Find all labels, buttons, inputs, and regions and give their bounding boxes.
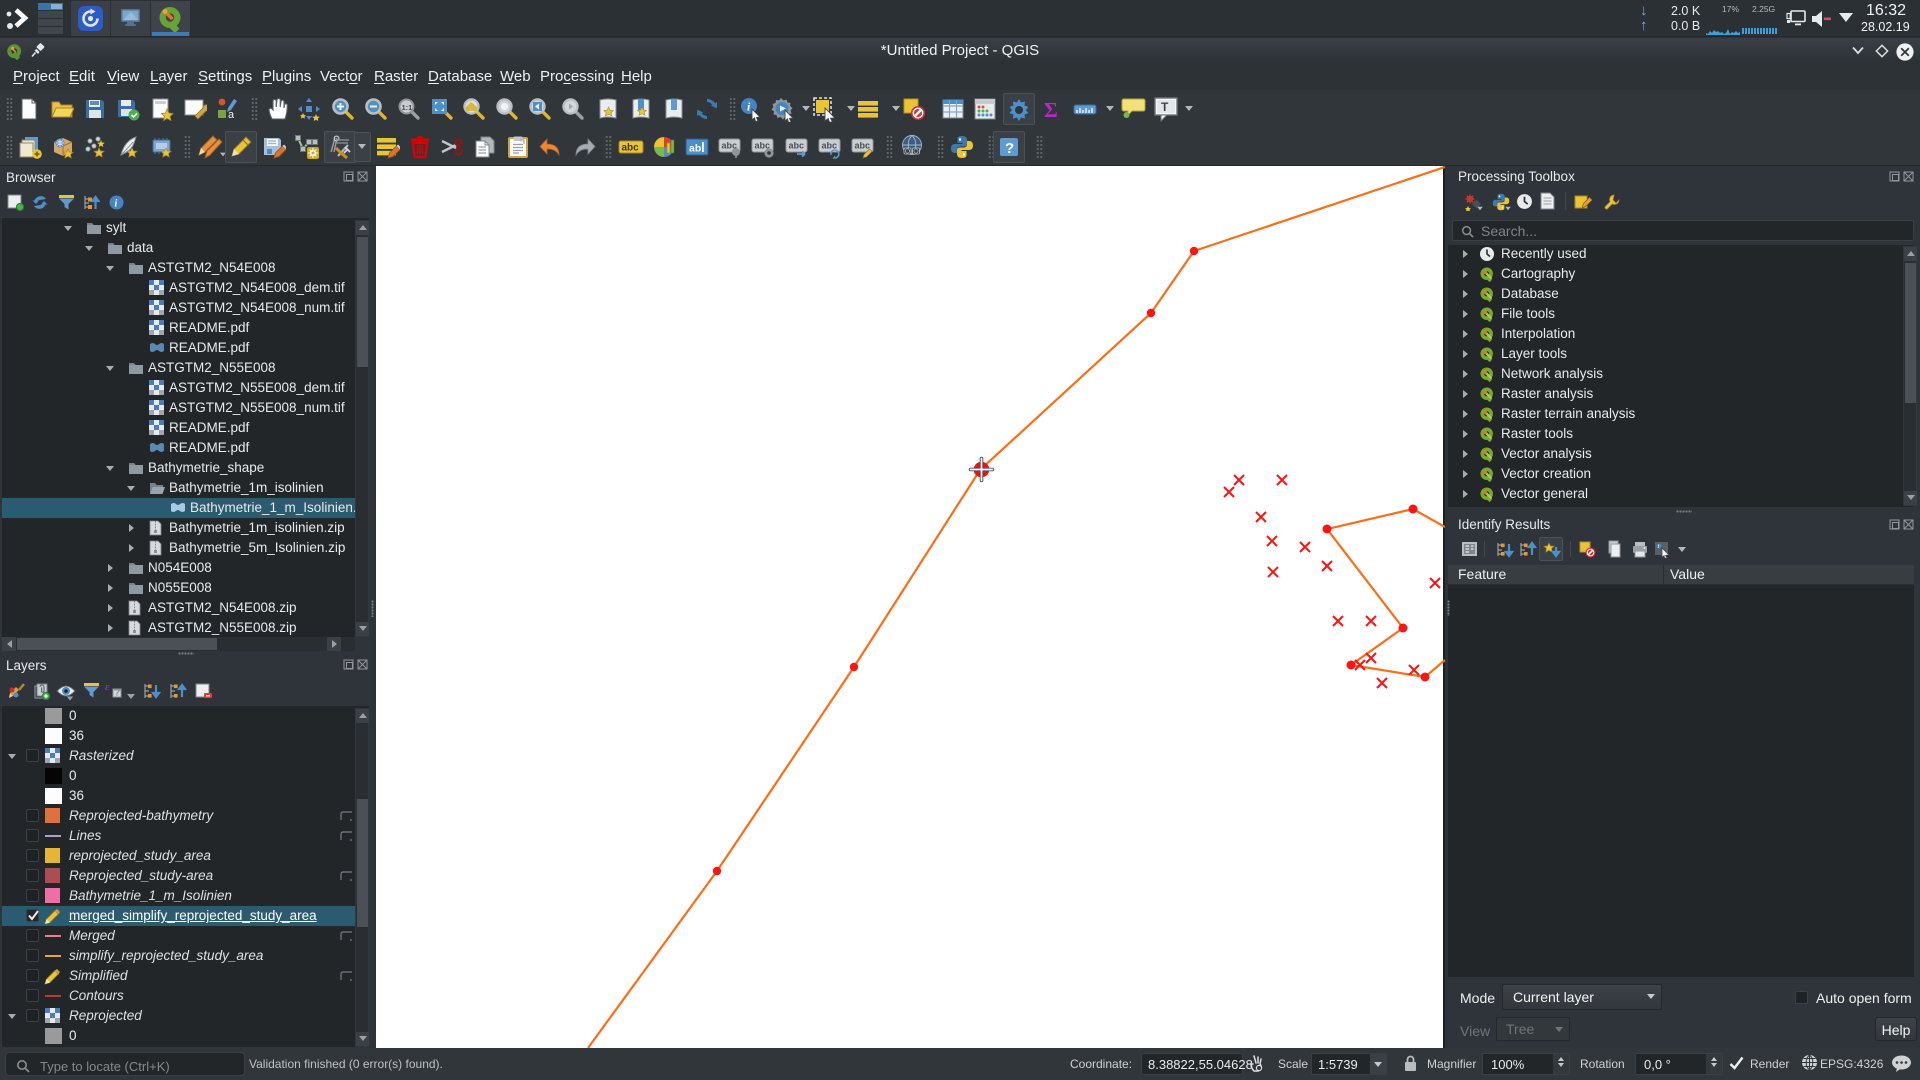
svg-text:ab: ab: [689, 143, 701, 155]
svg-text:abc: abc: [822, 141, 838, 151]
svg-text:abc: abc: [789, 141, 805, 151]
svg-text:ε: ε: [105, 681, 110, 693]
svg-text:?: ?: [1005, 140, 1014, 157]
svg-text:T: T: [1161, 100, 1169, 114]
svg-text:Σ: Σ: [1044, 98, 1058, 121]
svg-text:1:1: 1:1: [402, 103, 413, 112]
svg-text:abc: abc: [622, 143, 640, 154]
svg-text:i: i: [115, 199, 118, 210]
svg-text:abc: abc: [855, 141, 871, 151]
svg-text:a: a: [228, 109, 235, 121]
